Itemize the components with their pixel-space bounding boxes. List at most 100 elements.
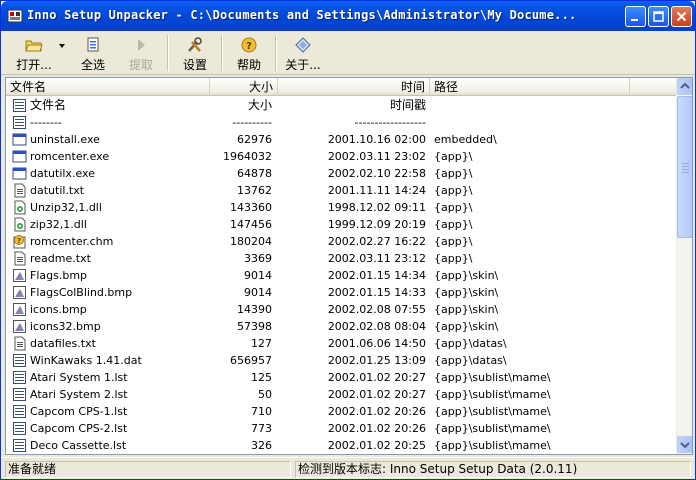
- file-time: 2002.03.11 23:02: [327, 150, 426, 163]
- table-row[interactable]: icons.bmp 14390 2002.02.08 07:55 {app}\skin…: [6, 301, 676, 318]
- svg-text:?: ?: [246, 41, 252, 52]
- file-time: 2002.02.27 16:22: [327, 235, 426, 248]
- file-size: ----------: [232, 116, 272, 129]
- table-row[interactable]: Flags.bmp 9014 2002.01.15 14:34 {app}\skin\: [6, 267, 676, 284]
- table-row[interactable]: icons32.bmp 57398 2002.02.08 08:04 {app}\sk…: [6, 318, 676, 335]
- table-row[interactable]: romcenter.exe 1964032 2002.03.11 23:02 {app…: [6, 148, 676, 165]
- help-button[interactable]: ? 帮助: [229, 34, 269, 72]
- file-size: 326: [251, 439, 272, 452]
- file-time: 1999.12.09 20:19: [327, 218, 426, 231]
- table-row[interactable]: WinKawaks 1.41.dat 656957 2002.01.25 13:09…: [6, 352, 676, 369]
- open-folder-icon: [25, 40, 43, 52]
- file-path: embedded\: [434, 133, 497, 146]
- scroll-down-button[interactable]: [677, 436, 692, 453]
- dat-icon: [13, 354, 26, 367]
- file-time: 2001.06.06 14:50: [327, 337, 426, 350]
- table-row[interactable]: uninstall.exe 62976 2001.10.16 02:00 embedd…: [6, 131, 676, 148]
- file-size: 773: [251, 422, 272, 435]
- file-size: 180204: [230, 235, 272, 248]
- file-size: 50: [258, 388, 272, 401]
- file-name: Deco Cassette.lst: [30, 439, 127, 452]
- version-status: 检测到版本标志: Inno Setup Setup Data (2.0.11): [295, 461, 691, 478]
- open-label: 打开...: [16, 58, 52, 72]
- file-path: {app}\: [434, 252, 473, 265]
- scroll-thumb[interactable]: [677, 96, 692, 238]
- file-time: 2002.01.15 14:33: [327, 286, 426, 299]
- file-time: 2002.03.11 23:12: [327, 252, 426, 265]
- table-row[interactable]: FlagsColBlind.bmp 9014 2002.01.15 14:33 {ap…: [6, 284, 676, 301]
- open-dropdown-arrow[interactable]: [59, 44, 65, 48]
- svg-text:?: ?: [17, 237, 21, 245]
- file-path: {app}\skin\: [434, 269, 499, 282]
- file-path: {app}\datas\: [434, 337, 507, 350]
- table-row[interactable]: readme.txt 3369 2002.03.11 23:12 {app}\: [6, 250, 676, 267]
- table-row[interactable]: Atari System 2.lst 50 2002.01.02 20:27 {app…: [6, 386, 676, 403]
- text-icon: [14, 251, 26, 266]
- about-button[interactable]: 关于...: [281, 34, 325, 72]
- arrow-down-icon: [680, 442, 690, 449]
- column-header-path[interactable]: 路径: [430, 78, 630, 96]
- scroll-up-button[interactable]: [677, 78, 692, 95]
- file-time: 2002.02.08 08:04: [327, 320, 426, 333]
- file-time: 2002.01.02 20:27: [327, 371, 426, 384]
- arrow-up-icon: [680, 82, 690, 89]
- extract-button[interactable]: 提取: [121, 34, 161, 72]
- settings-label: 设置: [182, 58, 207, 72]
- toolbar-separator: [221, 35, 223, 71]
- file-name: icons.bmp: [30, 303, 87, 316]
- table-row[interactable]: datutil.txt 13762 2001.11.11 14:24 {app}\: [6, 182, 676, 199]
- status-bar: 准备就绪 检测到版本标志: Inno Setup Setup Data (2.0…: [1, 457, 695, 479]
- tools-icon: [188, 37, 202, 52]
- toolbar: 打开... 全选 提取 设置 ? 帮助 关于...: [1, 31, 695, 75]
- table-row[interactable]: Capcom CPS-1.lst 710 2002.01.02 20:26 {app}…: [6, 403, 676, 420]
- file-name: datafiles.txt: [30, 337, 96, 350]
- column-header-size[interactable]: 大小: [210, 78, 278, 96]
- minimize-button[interactable]: [625, 6, 646, 27]
- table-row[interactable]: -------- ---------- ------------------: [6, 114, 676, 131]
- table-row[interactable]: 文件名 大小 时间戳: [6, 97, 676, 114]
- file-name: WinKawaks 1.41.dat: [30, 354, 142, 367]
- exe-icon: [12, 167, 27, 180]
- exe-icon: [12, 150, 27, 163]
- settings-button[interactable]: 设置: [175, 34, 215, 72]
- file-name: FlagsColBlind.bmp: [30, 286, 133, 299]
- file-name: Capcom CPS-2.lst: [30, 422, 128, 435]
- file-name: datutil.txt: [30, 184, 85, 197]
- minimize-icon: [631, 19, 638, 21]
- bitmap-icon: [13, 320, 26, 333]
- table-row[interactable]: Deco Cassette.lst 326 2002.01.02 20:25 {app…: [6, 437, 676, 454]
- table-row[interactable]: ? romcenter.chm 180204 2002.02.27 16:22 {app…: [6, 233, 676, 250]
- app-window: Inno Setup Unpacker - C:\Documents and S…: [0, 0, 696, 480]
- open-button[interactable]: 打开...: [11, 34, 57, 72]
- select-all-icon: [87, 37, 99, 52]
- table-row[interactable]: Atari System 1.lst 125 2002.01.02 20:27 {ap…: [6, 369, 676, 386]
- file-list[interactable]: 文件名 大小 时间 路径 文件名 大小 时间戳 -------- -------…: [5, 77, 693, 455]
- table-row[interactable]: zip32,1.dll 147456 1999.12.09 20:19 {app}\: [6, 216, 676, 233]
- title-bar[interactable]: Inno Setup Unpacker - C:\Documents and S…: [1, 1, 695, 31]
- table-row[interactable]: Unzip32,1.dll 143360 1998.12.02 09:11 {app}…: [6, 199, 676, 216]
- maximize-button[interactable]: [648, 6, 669, 27]
- file-size: 9014: [244, 286, 272, 299]
- file-time: 2002.01.02 20:25: [327, 439, 426, 452]
- app-icon: [7, 9, 23, 23]
- column-header-name[interactable]: 文件名: [6, 78, 210, 96]
- file-rows: 文件名 大小 时间戳 -------- ---------- ---------…: [6, 97, 676, 454]
- file-time: 2002.01.25 13:09: [327, 354, 426, 367]
- file-name: icons32.bmp: [30, 320, 101, 333]
- table-row[interactable]: datafiles.txt 127 2001.06.06 14:50 {app}\da…: [6, 335, 676, 352]
- about-label: 关于...: [285, 58, 321, 72]
- thumb-grip: [682, 166, 689, 167]
- file-name: romcenter.chm: [30, 235, 114, 248]
- vertical-scrollbar[interactable]: [676, 78, 692, 454]
- table-row[interactable]: datutilx.exe 64878 2002.02.10 22:58 {app}\: [6, 165, 676, 182]
- column-header-time[interactable]: 时间: [278, 78, 430, 96]
- close-button[interactable]: [671, 6, 692, 27]
- select-all-button[interactable]: 全选: [73, 34, 113, 72]
- bitmap-icon: [13, 286, 26, 299]
- file-path: {app}\skin\: [434, 320, 499, 333]
- file-path: {app}\: [434, 201, 473, 214]
- table-row[interactable]: Capcom CPS-2.lst 773 2002.01.02 20:26 {app}…: [6, 420, 676, 437]
- file-size: 710: [251, 405, 272, 418]
- file-time: 2002.01.02 20:27: [327, 388, 426, 401]
- file-path: {app}\sublist\mame\: [434, 405, 551, 418]
